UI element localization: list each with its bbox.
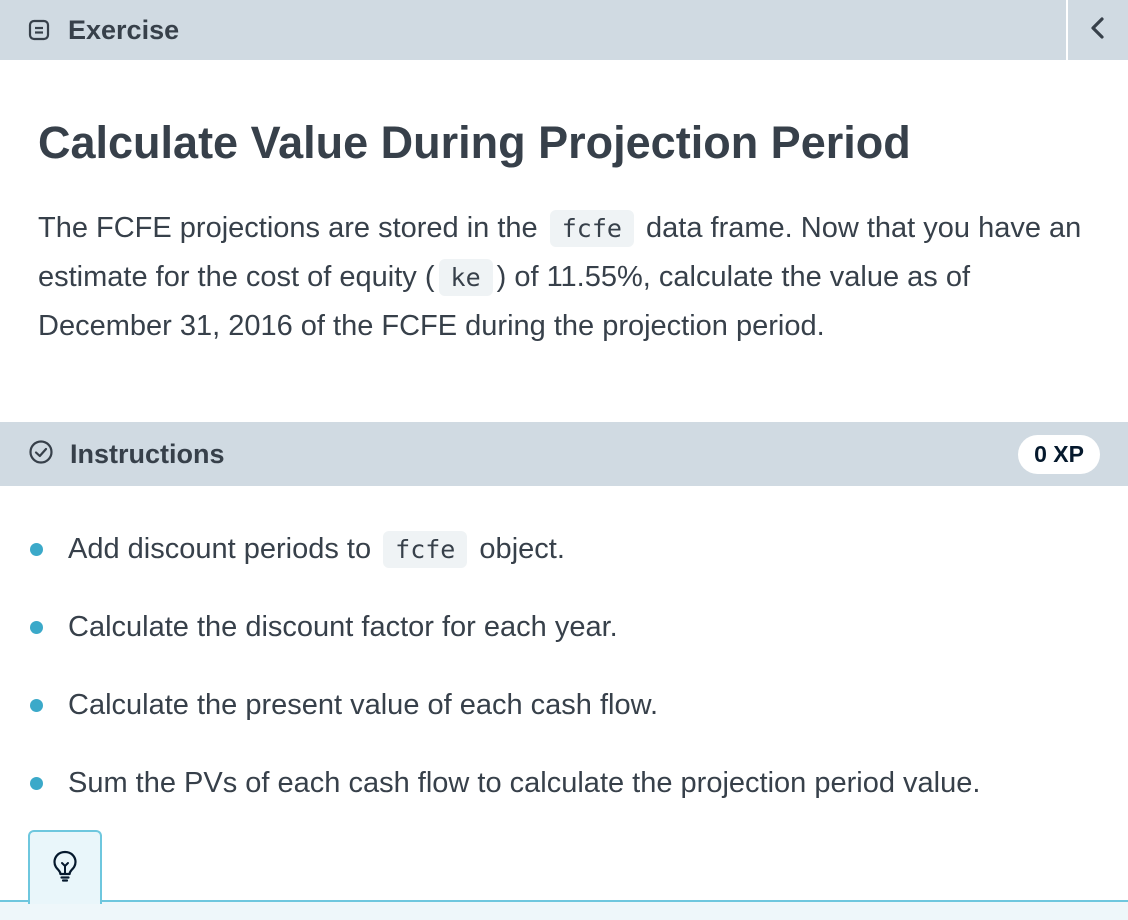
inline-code: ke <box>438 259 493 296</box>
exercise-header-left: Exercise <box>0 15 1066 46</box>
xp-badge: 0 XP <box>1018 434 1100 474</box>
exercise-content: Calculate Value During Projection Period… <box>38 110 1098 350</box>
bullet-icon <box>30 698 43 712</box>
exercise-icon <box>28 19 50 41</box>
hint-button[interactable] <box>28 830 102 904</box>
check-circle-icon <box>28 439 54 470</box>
exercise-description: The FCFE projections are stored in the f… <box>38 204 1098 350</box>
exercise-header-title: Exercise <box>68 14 180 45</box>
hint-area <box>0 902 1128 920</box>
inline-code: fcfe <box>549 210 634 247</box>
bullet-icon <box>30 542 43 556</box>
instruction-text: Calculate the discount factor for each y… <box>68 610 618 643</box>
instruction-text-part: object. <box>471 532 565 565</box>
exercise-header: Exercise <box>0 0 1128 60</box>
description-text: The FCFE projections are stored in the <box>38 212 546 244</box>
bullet-icon <box>30 620 43 634</box>
instructions-header: Instructions 0 XP <box>0 422 1128 486</box>
collapse-button[interactable] <box>1066 0 1128 60</box>
list-item: Calculate the present value of each cash… <box>0 666 1128 744</box>
bullet-icon <box>30 776 43 790</box>
instruction-text: Sum the PVs of each cash flow to calcula… <box>68 766 981 799</box>
list-item: Sum the PVs of each cash flow to calcula… <box>0 744 1128 822</box>
chevron-left-icon <box>1088 16 1108 45</box>
instruction-text: Add discount periods to fcfe object. <box>68 530 565 568</box>
instructions-header-left: Instructions <box>0 439 1018 470</box>
lightbulb-icon <box>52 850 78 887</box>
list-item: Add discount periods to fcfe object. <box>0 510 1128 588</box>
inline-code: fcfe <box>383 530 468 568</box>
instruction-text: Calculate the present value of each cash… <box>68 688 659 721</box>
instruction-text-part: Add discount periods to <box>68 532 380 565</box>
list-item: Calculate the discount factor for each y… <box>0 588 1128 666</box>
instructions-title: Instructions <box>70 438 225 469</box>
exercise-title: Calculate Value During Projection Period <box>38 117 911 168</box>
instructions-list: Add discount periods to fcfe object. Cal… <box>0 510 1128 822</box>
